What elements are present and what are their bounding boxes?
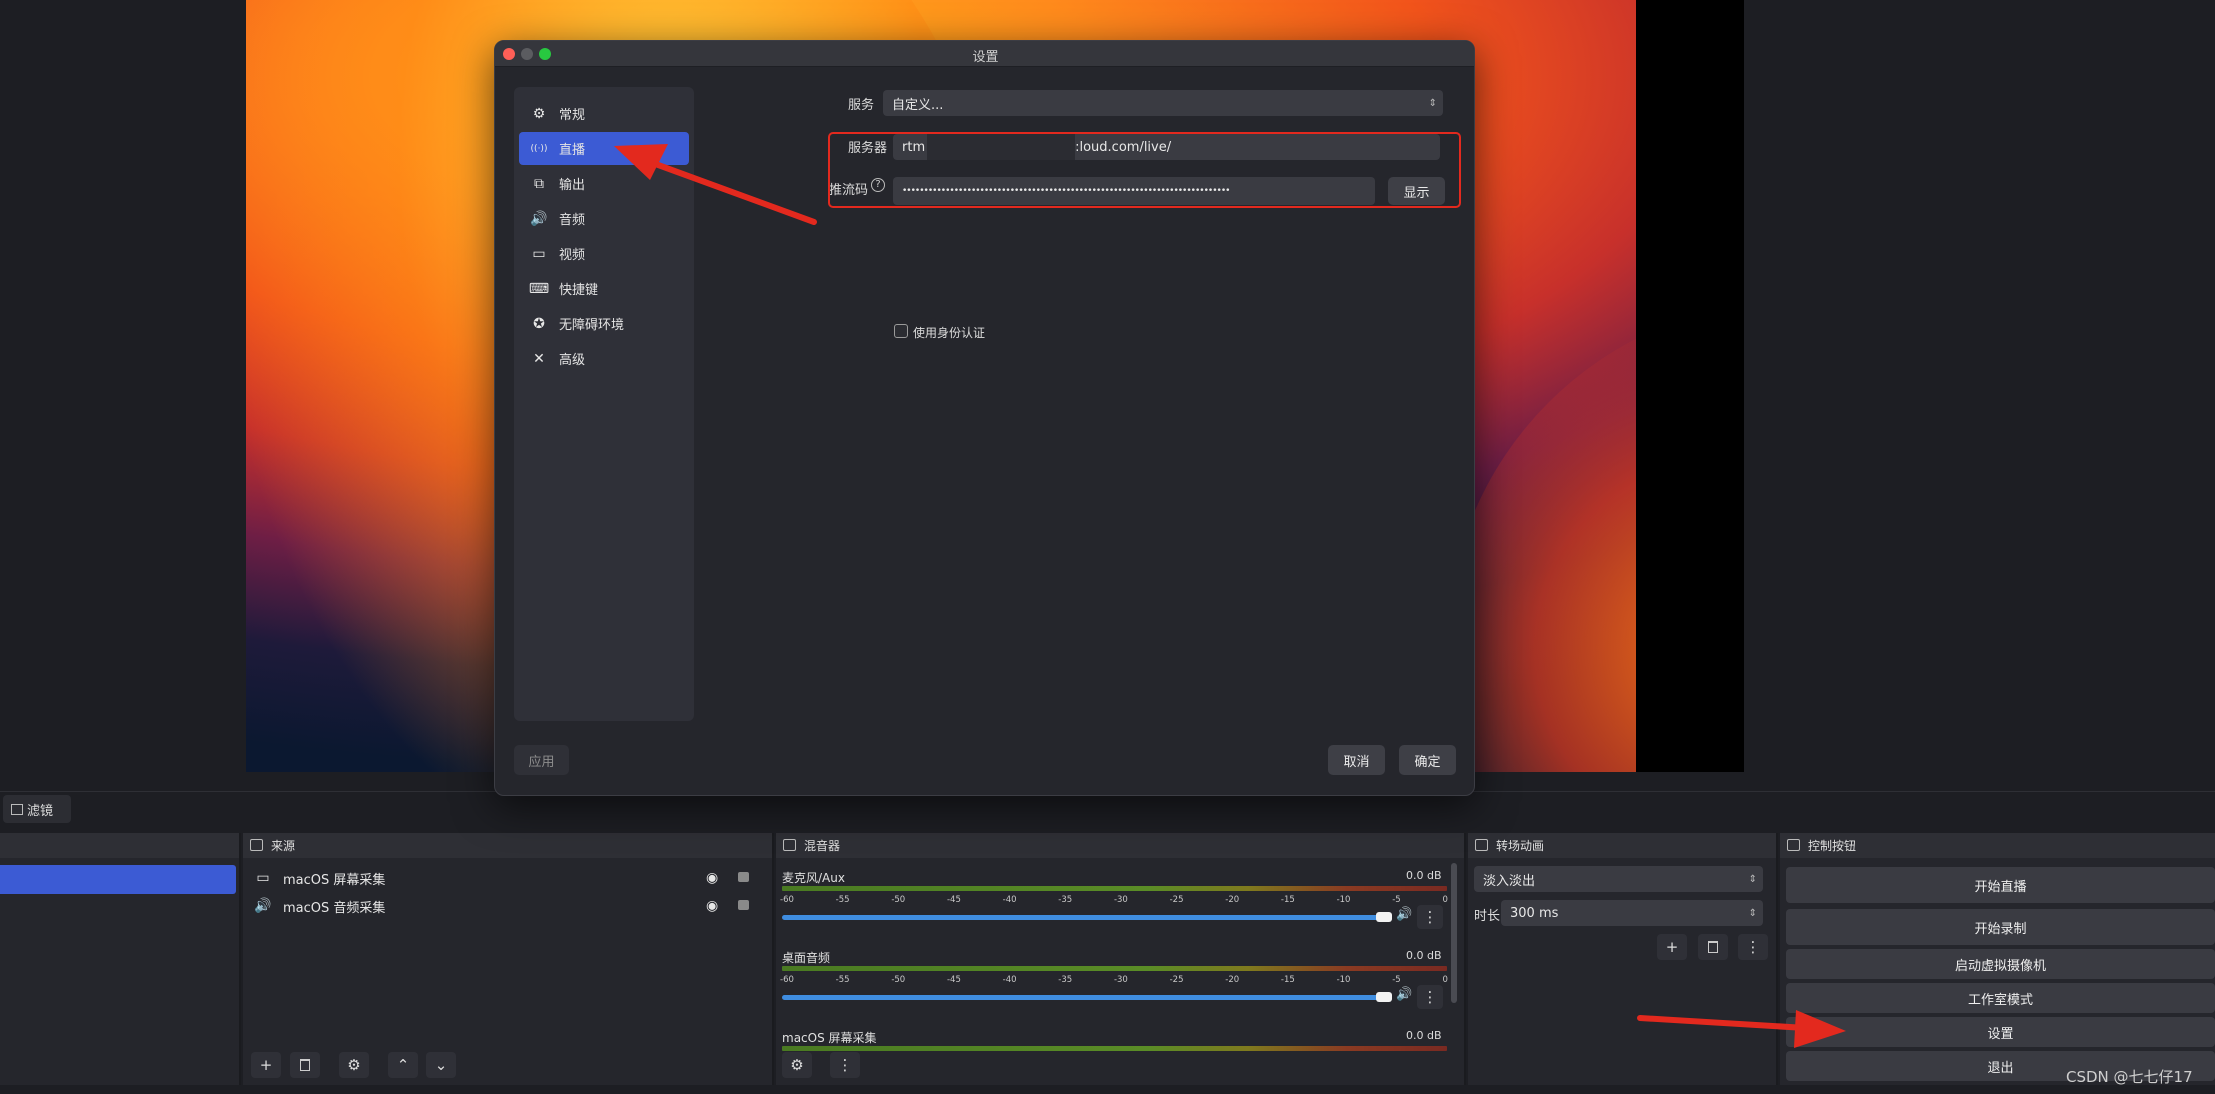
annotation-arrows — [614, 144, 1846, 1048]
arrow-to-settings-button — [1637, 1010, 1846, 1048]
watermark: CSDN @七七仔17 — [2066, 1068, 2193, 1086]
arrow-to-stream-tab — [614, 144, 817, 225]
